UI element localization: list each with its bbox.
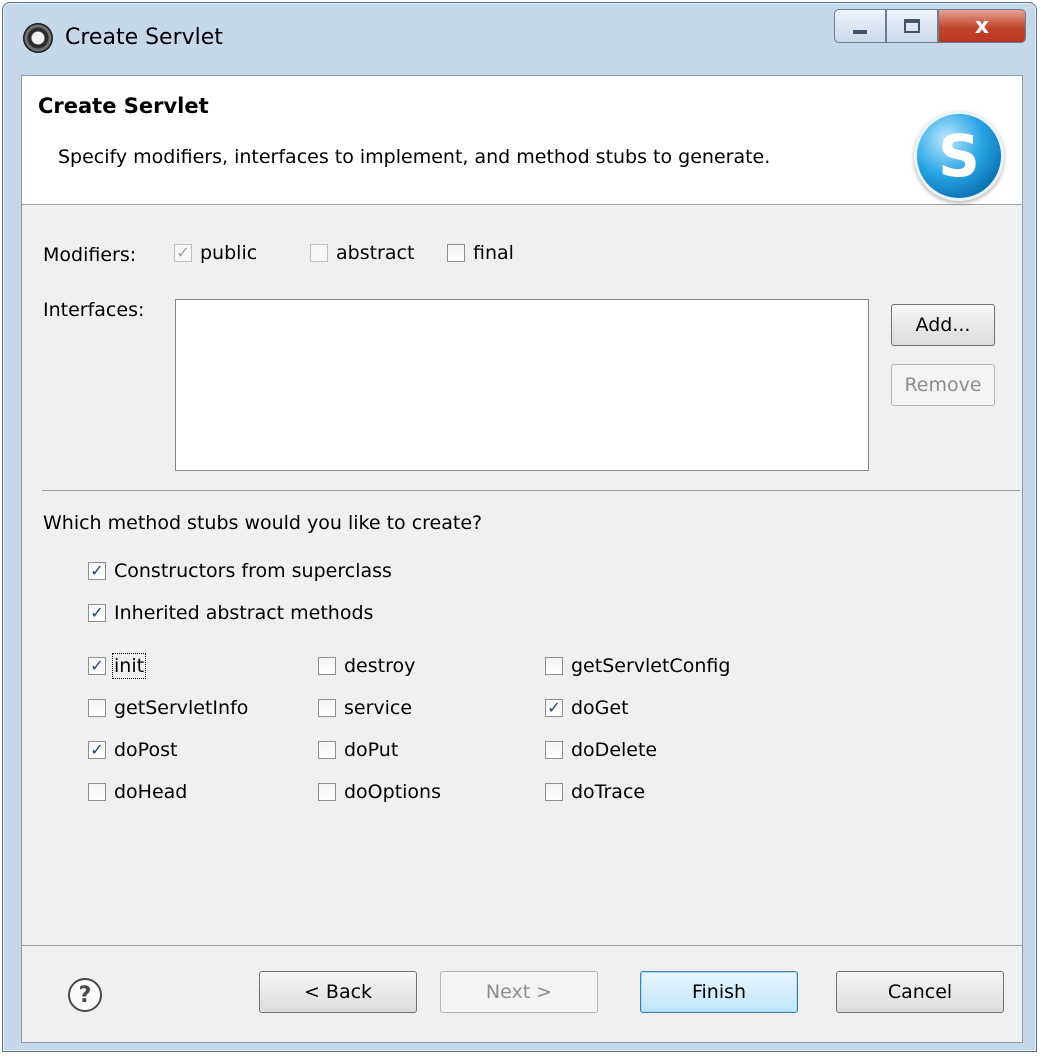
modifier-final-label: final bbox=[473, 242, 514, 264]
method-stubs-question: Which method stubs would you like to cre… bbox=[43, 512, 483, 534]
constructors-checkbox[interactable]: ✓ Constructors from superclass bbox=[88, 560, 392, 582]
wizard-header: Create Servlet Specify modifiers, interf… bbox=[22, 76, 1022, 205]
method-checkbox-dopost[interactable]: ✓ doPost bbox=[88, 739, 177, 761]
checkbox-service-box bbox=[318, 699, 336, 717]
method-label-dotrace: doTrace bbox=[571, 781, 646, 803]
check-icon: ✓ bbox=[90, 740, 104, 759]
checkbox-dodelete-box bbox=[545, 741, 563, 759]
dialog-content: Create Servlet Specify modifiers, interf… bbox=[21, 75, 1023, 1043]
maximize-icon bbox=[904, 19, 920, 33]
checkbox-getservletinfo-box bbox=[88, 699, 106, 717]
check-icon: ✓ bbox=[547, 698, 561, 717]
method-checkbox-getservletconfig[interactable]: getServletConfig bbox=[545, 655, 730, 677]
checkbox-public-box: ✓ bbox=[174, 244, 192, 262]
method-label-doput: doPut bbox=[344, 739, 399, 761]
modifier-public-checkbox[interactable]: ✓ public bbox=[174, 242, 257, 264]
maximize-button[interactable] bbox=[886, 9, 938, 43]
method-label-getservletconfig: getServletConfig bbox=[571, 655, 731, 677]
help-icon[interactable]: ? bbox=[68, 978, 102, 1012]
method-checkbox-service[interactable]: service bbox=[318, 697, 412, 719]
checkbox-destroy-box bbox=[318, 657, 336, 675]
minimize-icon bbox=[853, 30, 867, 34]
eclipse-icon bbox=[23, 23, 53, 53]
checkbox-doget-box: ✓ bbox=[545, 699, 563, 717]
next-button[interactable]: Next > bbox=[440, 971, 598, 1013]
method-checkbox-init[interactable]: ✓ init bbox=[88, 653, 147, 679]
checkbox-dohead-box bbox=[88, 783, 106, 801]
checkbox-getservletconfig-box bbox=[545, 657, 563, 675]
method-label-getservletinfo: getServletInfo bbox=[114, 697, 249, 719]
modifier-final-checkbox[interactable]: final bbox=[447, 242, 514, 264]
constructors-label: Constructors from superclass bbox=[114, 560, 392, 582]
remove-interface-button[interactable]: Remove bbox=[891, 364, 995, 406]
method-checkbox-dodelete[interactable]: doDelete bbox=[545, 739, 657, 761]
wizard-description: Specify modifiers, interfaces to impleme… bbox=[58, 146, 771, 168]
method-checkbox-dohead[interactable]: doHead bbox=[88, 781, 187, 803]
check-icon: ✓ bbox=[90, 561, 104, 580]
interfaces-list[interactable] bbox=[175, 299, 869, 471]
inherited-methods-checkbox[interactable]: ✓ Inherited abstract methods bbox=[88, 602, 373, 624]
servlet-logo-icon: S bbox=[914, 111, 1004, 201]
checkbox-dopost-box: ✓ bbox=[88, 741, 106, 759]
method-checkbox-doget[interactable]: ✓ doGet bbox=[545, 697, 629, 719]
method-label-service: service bbox=[344, 697, 413, 719]
checkbox-inherited-box: ✓ bbox=[88, 604, 106, 622]
back-button[interactable]: < Back bbox=[259, 971, 417, 1013]
method-label-dodelete: doDelete bbox=[571, 739, 658, 761]
method-checkbox-dotrace[interactable]: doTrace bbox=[545, 781, 645, 803]
checkbox-init-box: ✓ bbox=[88, 657, 106, 675]
checkbox-doput-box bbox=[318, 741, 336, 759]
section-divider bbox=[42, 490, 1020, 491]
cancel-button[interactable]: Cancel bbox=[836, 971, 1004, 1013]
footer-divider bbox=[22, 945, 1022, 946]
method-checkbox-getservletinfo[interactable]: getServletInfo bbox=[88, 697, 248, 719]
modifier-public-label: public bbox=[200, 242, 258, 264]
checkbox-dotrace-box bbox=[545, 783, 563, 801]
checkbox-final-box bbox=[447, 244, 465, 262]
modifier-abstract-label: abstract bbox=[336, 242, 415, 264]
wizard-title: Create Servlet bbox=[38, 94, 209, 118]
method-checkbox-dooptions[interactable]: doOptions bbox=[318, 781, 441, 803]
window-title: Create Servlet bbox=[65, 25, 223, 50]
method-label-destroy: destroy bbox=[344, 655, 416, 677]
checkbox-constructors-box: ✓ bbox=[88, 562, 106, 580]
modifier-abstract-checkbox[interactable]: abstract bbox=[310, 242, 414, 264]
method-label-dooptions: doOptions bbox=[344, 781, 441, 803]
checkbox-dooptions-box bbox=[318, 783, 336, 801]
add-interface-button[interactable]: Add... bbox=[891, 304, 995, 346]
check-icon: ✓ bbox=[90, 603, 104, 622]
check-icon: ✓ bbox=[176, 243, 190, 262]
checkbox-abstract-box bbox=[310, 244, 328, 262]
inherited-methods-label: Inherited abstract methods bbox=[114, 602, 374, 624]
check-icon: ✓ bbox=[90, 656, 104, 675]
method-label-doget: doGet bbox=[571, 697, 629, 719]
method-label-init: init bbox=[111, 653, 147, 679]
method-checkbox-doput[interactable]: doPut bbox=[318, 739, 398, 761]
caption-buttons: x bbox=[834, 9, 1026, 45]
dialog-window: Create Servlet x Create Servlet Specify … bbox=[2, 2, 1037, 1052]
method-label-dohead: doHead bbox=[114, 781, 188, 803]
method-checkbox-destroy[interactable]: destroy bbox=[318, 655, 415, 677]
close-icon: x bbox=[974, 13, 990, 39]
minimize-button[interactable] bbox=[834, 9, 886, 43]
modifiers-label: Modifiers: bbox=[43, 244, 137, 266]
finish-button[interactable]: Finish bbox=[640, 971, 798, 1013]
interfaces-label: Interfaces: bbox=[43, 299, 145, 321]
title-bar[interactable]: Create Servlet x bbox=[3, 3, 1036, 75]
close-button[interactable]: x bbox=[938, 9, 1026, 43]
method-label-dopost: doPost bbox=[114, 739, 178, 761]
